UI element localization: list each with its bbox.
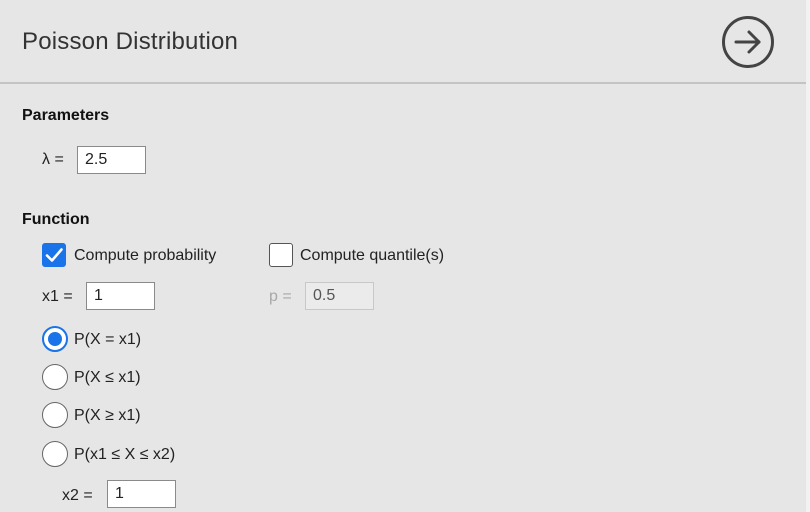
radio-dot bbox=[48, 332, 62, 346]
compute-probability-checkbox[interactable] bbox=[42, 243, 66, 267]
scroll-edge bbox=[806, 0, 810, 512]
compute-probability-label[interactable]: Compute probability bbox=[74, 247, 216, 265]
option-p-less-equal-label[interactable]: P(X ≤ x1) bbox=[74, 369, 141, 387]
check-icon bbox=[45, 248, 63, 262]
radio-p-between[interactable] bbox=[42, 441, 68, 467]
x2-label: x2 = bbox=[62, 487, 93, 504]
p-label: p = bbox=[269, 288, 292, 305]
arrow-right-circle-icon[interactable] bbox=[721, 15, 775, 69]
x1-label: x1 = bbox=[42, 288, 73, 305]
x1-input[interactable] bbox=[86, 282, 155, 310]
radio-p-greater-equal[interactable] bbox=[42, 402, 68, 428]
option-p-between-label[interactable]: P(x1 ≤ X ≤ x2) bbox=[74, 446, 175, 464]
panel-header: Poisson Distribution bbox=[0, 0, 806, 84]
poisson-panel: Poisson Distribution Parameters λ = Func… bbox=[0, 0, 810, 512]
p-input[interactable] bbox=[305, 282, 374, 310]
lambda-input[interactable] bbox=[77, 146, 146, 174]
radio-p-less-equal[interactable] bbox=[42, 364, 68, 390]
option-p-greater-equal-label[interactable]: P(X ≥ x1) bbox=[74, 407, 141, 425]
parameters-heading: Parameters bbox=[22, 107, 110, 124]
compute-quantile-label[interactable]: Compute quantile(s) bbox=[300, 247, 444, 265]
compute-quantile-checkbox[interactable] bbox=[269, 243, 293, 267]
radio-p-equal[interactable] bbox=[42, 326, 68, 352]
lambda-label: λ = bbox=[42, 151, 64, 168]
page-title: Poisson Distribution bbox=[22, 28, 239, 55]
x2-input[interactable] bbox=[107, 480, 176, 508]
function-heading: Function bbox=[22, 211, 90, 228]
option-p-equal-label[interactable]: P(X = x1) bbox=[74, 331, 141, 349]
